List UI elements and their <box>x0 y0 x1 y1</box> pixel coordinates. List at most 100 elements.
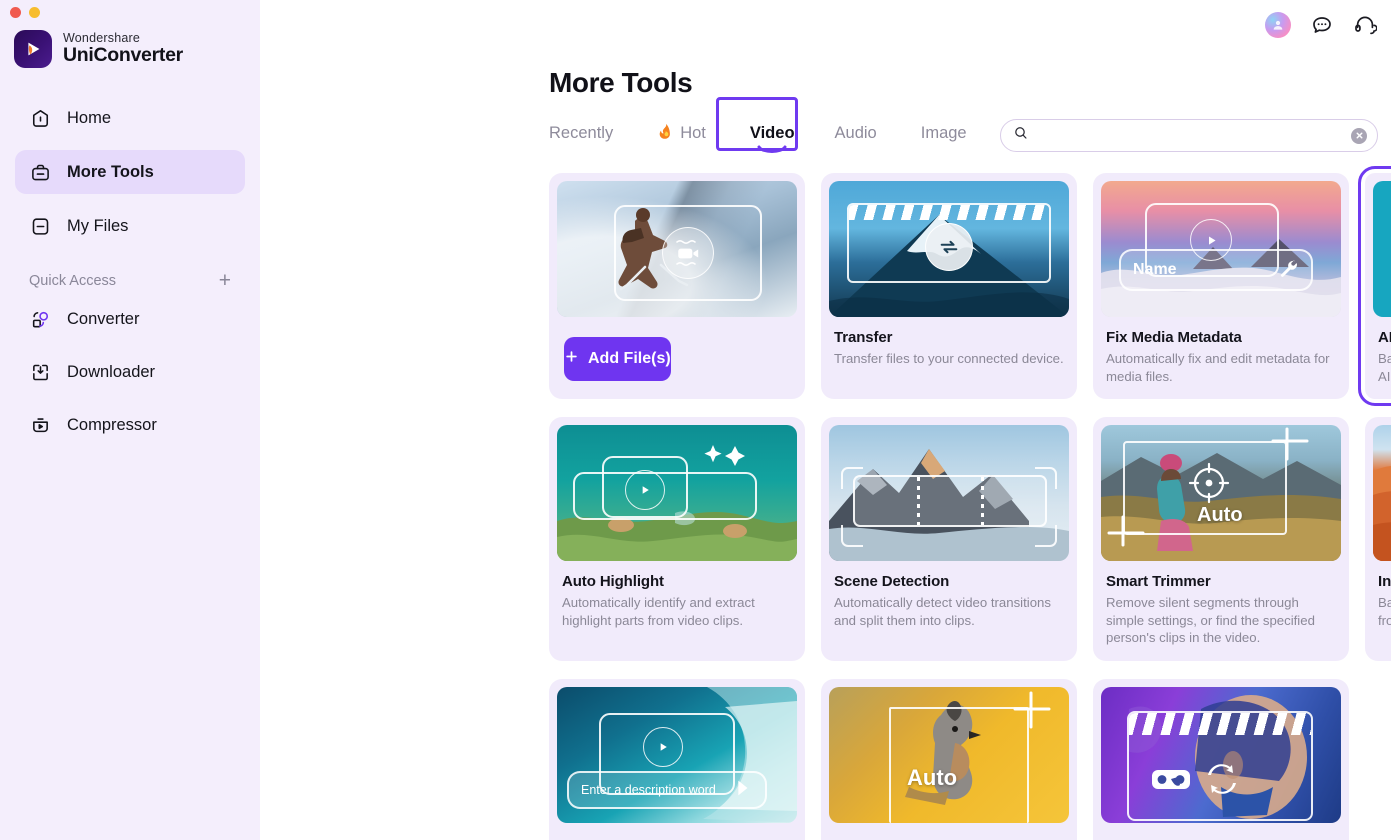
description-word-placeholder: Enter a description word <box>581 782 716 797</box>
auto-label: Auto <box>907 764 958 790</box>
tool-card[interactable] <box>1093 678 1349 840</box>
brand-line-2: UniConverter <box>63 44 183 67</box>
tab-bar: Recently Hot Video Audio Image <box>549 97 1011 153</box>
sidebar-item-label: Downloader <box>67 362 156 381</box>
card-thumbnail <box>829 181 1069 317</box>
sidebar-item-label: Converter <box>67 309 140 328</box>
card-thumbnail: Enter a description word <box>557 686 797 823</box>
tab-recently[interactable]: Recently <box>549 124 635 143</box>
tab-label: Image <box>920 124 967 142</box>
clapper-stripe-icon <box>849 205 1049 220</box>
card-thumbnail <box>1373 425 1391 562</box>
chat-icon[interactable] <box>1310 13 1334 37</box>
card-thumbnail <box>557 425 797 562</box>
wrench-icon <box>1277 257 1299 284</box>
search-icon <box>1013 125 1029 146</box>
tool-card[interactable]: Auto <box>821 678 1077 840</box>
plus-icon <box>564 349 579 369</box>
tool-card-auto-highlight[interactable]: Auto Highlight Automatically identify an… <box>549 417 805 661</box>
minimize-window-button[interactable] <box>29 7 40 18</box>
card-title: Auto Highlight <box>562 573 664 591</box>
tool-card[interactable]: Enter a description word <box>549 678 805 840</box>
plus-icon[interactable]: + <box>219 270 231 291</box>
crop-corner-icon <box>1035 525 1057 548</box>
swap-refresh-icon <box>1205 763 1239 800</box>
tool-card-ai-portrait[interactable]: AI Portrait Batch change video backgroun… <box>1358 165 1391 407</box>
downloader-icon <box>29 361 51 383</box>
card-description: Batch add or remove intros and outros fr… <box>1378 595 1391 628</box>
film-perforation-icon <box>981 477 984 526</box>
page-title: More Tools <box>549 67 693 98</box>
play-icon <box>643 726 683 767</box>
card-thumbnail: Name <box>1101 181 1341 317</box>
add-files-card[interactable]: Add File(s) <box>549 173 805 400</box>
card-title: AI Portrait <box>1378 329 1391 346</box>
sidebar-item-label: More Tools <box>67 162 154 181</box>
auto-label: Auto <box>1197 504 1243 527</box>
crop-corner-icon <box>841 525 863 548</box>
tool-card-smart-trimmer[interactable]: Auto Smart Trimmer Remove silent segment… <box>1093 417 1349 661</box>
search-bar[interactable] <box>1000 119 1378 152</box>
card-title: Fix Media Metadata <box>1106 329 1242 346</box>
clear-circle-icon[interactable] <box>1351 127 1367 144</box>
card-thumbnail: Auto <box>1101 425 1341 562</box>
flame-icon <box>657 122 674 145</box>
home-icon <box>29 107 51 129</box>
sidebar-item-home[interactable]: Home <box>15 96 245 140</box>
submit-arrow-icon[interactable] <box>731 777 753 802</box>
quick-access-header: Quick Access + <box>0 258 260 297</box>
sidebar-item-label: Compressor <box>67 415 157 434</box>
add-file-button[interactable]: Add File(s) <box>564 337 671 381</box>
tab-image[interactable]: Image <box>921 124 989 143</box>
tool-card-intro-outro[interactable]: Intro & Outro Batch add or remove intros… <box>1365 417 1391 661</box>
window-traffic-lights <box>10 7 40 18</box>
card-title: Scene Detection <box>834 573 950 591</box>
card-thumbnail <box>1373 181 1391 317</box>
card-description: Batch change video backgrounds with AI. <box>1378 351 1391 384</box>
card-title: Smart Trimmer <box>1106 573 1211 591</box>
card-description: Transfer files to your connected device. <box>834 351 1064 366</box>
tool-card-fix-media-metadata[interactable]: Name Fix Media Metadata Automatically fi… <box>1093 173 1349 400</box>
video-camera-icon <box>662 227 714 279</box>
card-description: Remove silent segments through simple se… <box>1106 595 1315 646</box>
tool-card-empty-slot <box>1365 679 1391 840</box>
tools-grid: audio files. <box>549 163 1391 840</box>
card-description: Automatically identify and extract highl… <box>562 595 755 628</box>
sidebar-item-converter[interactable]: Converter <box>15 297 245 341</box>
card-description: Automatically detect video transitions a… <box>834 595 1051 628</box>
tools-scroll-area[interactable]: audio files. <box>260 163 1391 840</box>
avatar[interactable] <box>1265 12 1291 38</box>
vr-goggles-icon <box>1151 765 1191 798</box>
sidebar-item-label: Home <box>67 108 112 127</box>
sidebar: Wondershare UniConverter Home More Tools… <box>0 0 260 840</box>
sidebar-item-downloader[interactable]: Downloader <box>15 350 245 394</box>
clapper-stripe-icon <box>1129 712 1311 735</box>
tool-card-scene-detection[interactable]: Scene Detection Automatically detect vid… <box>821 417 1077 661</box>
sidebar-item-label: My Files <box>67 216 129 235</box>
tab-label: Audio <box>834 124 877 142</box>
tab-audio[interactable]: Audio <box>835 124 899 143</box>
focus-crosshair-icon <box>1187 461 1231 510</box>
tab-label: Hot <box>680 124 706 142</box>
tab-active-underline-icon <box>757 144 787 162</box>
card-title: Transfer <box>834 329 893 346</box>
tab-video[interactable]: Video <box>750 124 795 143</box>
uniconverter-logo-icon <box>14 30 52 68</box>
filmstrip-frame-icon <box>853 475 1047 528</box>
header-icons <box>1265 12 1378 38</box>
sidebar-item-my-files[interactable]: My Files <box>15 204 245 248</box>
metadata-name-field[interactable]: Name <box>1119 249 1313 291</box>
description-word-input[interactable]: Enter a description word <box>567 770 767 809</box>
search-input[interactable] <box>1037 127 1343 144</box>
sidebar-nav: Home More Tools My Files <box>0 96 260 248</box>
headset-icon[interactable] <box>1353 13 1378 37</box>
sidebar-item-compressor[interactable]: Compressor <box>15 403 245 447</box>
files-icon <box>29 215 51 237</box>
tab-hot[interactable]: Hot <box>657 122 728 145</box>
card-thumbnail <box>1101 686 1341 823</box>
sidebar-item-more-tools[interactable]: More Tools <box>15 150 245 194</box>
main-content: More Tools Recently Hot Video Audio Imag… <box>260 0 1391 840</box>
card-thumbnail: Auto <box>829 686 1069 823</box>
close-window-button[interactable] <box>10 7 21 18</box>
tool-card-transfer[interactable]: Transfer Transfer files to your connecte… <box>821 173 1077 400</box>
